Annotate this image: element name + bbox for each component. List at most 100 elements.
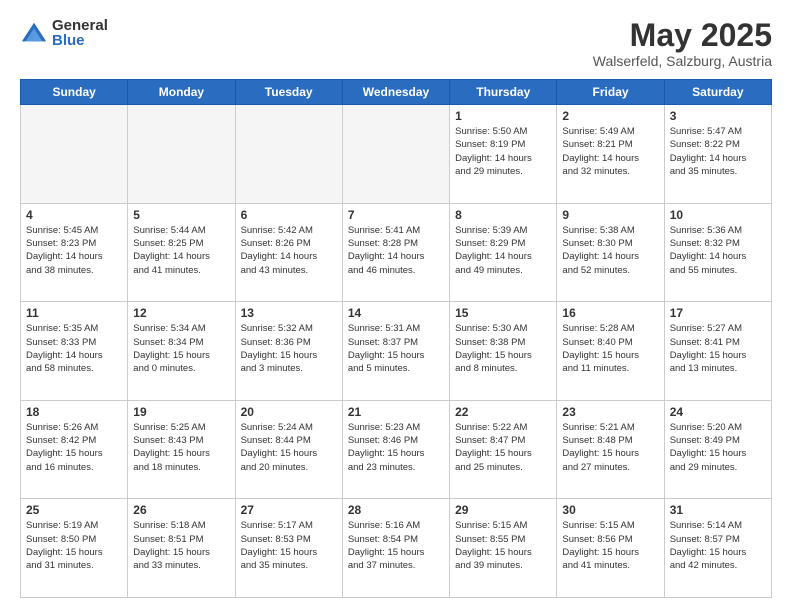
weekday-header-row: SundayMondayTuesdayWednesdayThursdayFrid…	[21, 80, 772, 105]
calendar-cell: 19 Sunrise: 5:25 AM Sunset: 8:43 PM Dayli…	[128, 400, 235, 499]
day-number: 23	[562, 405, 658, 419]
day-info: Sunrise: 5:21 AM Sunset: 8:48 PM Dayligh…	[562, 421, 658, 474]
calendar-week-row: 4 Sunrise: 5:45 AM Sunset: 8:23 PM Daylig…	[21, 203, 772, 302]
day-number: 11	[26, 306, 122, 320]
day-number: 15	[455, 306, 551, 320]
day-number: 17	[670, 306, 766, 320]
day-info: Sunrise: 5:38 AM Sunset: 8:30 PM Dayligh…	[562, 224, 658, 277]
day-info: Sunrise: 5:36 AM Sunset: 8:32 PM Dayligh…	[670, 224, 766, 277]
weekday-header: Wednesday	[342, 80, 449, 105]
day-number: 5	[133, 208, 229, 222]
calendar-cell: 27 Sunrise: 5:17 AM Sunset: 8:53 PM Dayli…	[235, 499, 342, 598]
calendar-cell: 3 Sunrise: 5:47 AM Sunset: 8:22 PM Daylig…	[664, 105, 771, 204]
day-info: Sunrise: 5:50 AM Sunset: 8:19 PM Dayligh…	[455, 125, 551, 178]
header: General Blue May 2025 Walserfeld, Salzbu…	[20, 18, 772, 69]
day-number: 3	[670, 109, 766, 123]
day-info: Sunrise: 5:23 AM Sunset: 8:46 PM Dayligh…	[348, 421, 444, 474]
calendar-cell: 9 Sunrise: 5:38 AM Sunset: 8:30 PM Daylig…	[557, 203, 664, 302]
day-info: Sunrise: 5:27 AM Sunset: 8:41 PM Dayligh…	[670, 322, 766, 375]
weekday-header: Saturday	[664, 80, 771, 105]
day-number: 29	[455, 503, 551, 517]
calendar-cell: 21 Sunrise: 5:23 AM Sunset: 8:46 PM Dayli…	[342, 400, 449, 499]
calendar-cell: 23 Sunrise: 5:21 AM Sunset: 8:48 PM Dayli…	[557, 400, 664, 499]
calendar-cell: 7 Sunrise: 5:41 AM Sunset: 8:28 PM Daylig…	[342, 203, 449, 302]
calendar-cell: 31Sunrise: 5:14 AM Sunset: 8:57 PM Dayli…	[664, 499, 771, 598]
day-number: 4	[26, 208, 122, 222]
calendar-cell: 30 Sunrise: 5:15 AM Sunset: 8:56 PM Dayli…	[557, 499, 664, 598]
day-info: Sunrise: 5:22 AM Sunset: 8:47 PM Dayligh…	[455, 421, 551, 474]
weekday-header: Thursday	[450, 80, 557, 105]
calendar-cell: 11 Sunrise: 5:35 AM Sunset: 8:33 PM Dayli…	[21, 302, 128, 401]
day-info: Sunrise: 5:35 AM Sunset: 8:33 PM Dayligh…	[26, 322, 122, 375]
calendar-cell: 24 Sunrise: 5:20 AM Sunset: 8:49 PM Dayli…	[664, 400, 771, 499]
weekday-header: Friday	[557, 80, 664, 105]
calendar-cell	[342, 105, 449, 204]
calendar-week-row: 25Sunrise: 5:19 AM Sunset: 8:50 PM Dayli…	[21, 499, 772, 598]
day-info: Sunrise: 5:24 AM Sunset: 8:44 PM Dayligh…	[241, 421, 337, 474]
calendar-body: 1Sunrise: 5:50 AM Sunset: 8:19 PM Daylig…	[21, 105, 772, 598]
day-number: 8	[455, 208, 551, 222]
day-number: 16	[562, 306, 658, 320]
logo-blue: Blue	[52, 33, 108, 48]
calendar-week-row: 11 Sunrise: 5:35 AM Sunset: 8:33 PM Dayli…	[21, 302, 772, 401]
calendar-cell: 22 Sunrise: 5:22 AM Sunset: 8:47 PM Dayli…	[450, 400, 557, 499]
day-info: Sunrise: 5:14 AM Sunset: 8:57 PM Dayligh…	[670, 519, 766, 572]
calendar-cell	[21, 105, 128, 204]
weekday-header: Tuesday	[235, 80, 342, 105]
day-info: Sunrise: 5:47 AM Sunset: 8:22 PM Dayligh…	[670, 125, 766, 178]
day-number: 21	[348, 405, 444, 419]
day-info: Sunrise: 5:15 AM Sunset: 8:56 PM Dayligh…	[562, 519, 658, 572]
day-number: 20	[241, 405, 337, 419]
day-number: 7	[348, 208, 444, 222]
day-info: Sunrise: 5:18 AM Sunset: 8:51 PM Dayligh…	[133, 519, 229, 572]
day-number: 2	[562, 109, 658, 123]
day-info: Sunrise: 5:39 AM Sunset: 8:29 PM Dayligh…	[455, 224, 551, 277]
day-number: 22	[455, 405, 551, 419]
day-number: 30	[562, 503, 658, 517]
day-info: Sunrise: 5:17 AM Sunset: 8:53 PM Dayligh…	[241, 519, 337, 572]
calendar-cell	[235, 105, 342, 204]
calendar-cell: 20 Sunrise: 5:24 AM Sunset: 8:44 PM Dayli…	[235, 400, 342, 499]
calendar-cell: 13 Sunrise: 5:32 AM Sunset: 8:36 PM Dayli…	[235, 302, 342, 401]
day-number: 27	[241, 503, 337, 517]
logo-general: General	[52, 18, 108, 33]
day-info: Sunrise: 5:41 AM Sunset: 8:28 PM Dayligh…	[348, 224, 444, 277]
calendar-cell: 1Sunrise: 5:50 AM Sunset: 8:19 PM Daylig…	[450, 105, 557, 204]
day-info: Sunrise: 5:25 AM Sunset: 8:43 PM Dayligh…	[133, 421, 229, 474]
day-number: 26	[133, 503, 229, 517]
weekday-header: Sunday	[21, 80, 128, 105]
day-info: Sunrise: 5:28 AM Sunset: 8:40 PM Dayligh…	[562, 322, 658, 375]
day-info: Sunrise: 5:19 AM Sunset: 8:50 PM Dayligh…	[26, 519, 122, 572]
day-info: Sunrise: 5:30 AM Sunset: 8:38 PM Dayligh…	[455, 322, 551, 375]
day-number: 19	[133, 405, 229, 419]
day-info: Sunrise: 5:20 AM Sunset: 8:49 PM Dayligh…	[670, 421, 766, 474]
calendar-cell: 16 Sunrise: 5:28 AM Sunset: 8:40 PM Dayli…	[557, 302, 664, 401]
day-info: Sunrise: 5:16 AM Sunset: 8:54 PM Dayligh…	[348, 519, 444, 572]
day-number: 24	[670, 405, 766, 419]
day-info: Sunrise: 5:31 AM Sunset: 8:37 PM Dayligh…	[348, 322, 444, 375]
day-info: Sunrise: 5:49 AM Sunset: 8:21 PM Dayligh…	[562, 125, 658, 178]
calendar-cell	[128, 105, 235, 204]
calendar-cell: 25Sunrise: 5:19 AM Sunset: 8:50 PM Dayli…	[21, 499, 128, 598]
day-number: 18	[26, 405, 122, 419]
logo-text: General Blue	[52, 18, 108, 48]
logo: General Blue	[20, 18, 108, 48]
location: Walserfeld, Salzburg, Austria	[593, 53, 772, 69]
day-info: Sunrise: 5:26 AM Sunset: 8:42 PM Dayligh…	[26, 421, 122, 474]
calendar-cell: 17 Sunrise: 5:27 AM Sunset: 8:41 PM Dayli…	[664, 302, 771, 401]
calendar-cell: 29Sunrise: 5:15 AM Sunset: 8:55 PM Dayli…	[450, 499, 557, 598]
day-number: 13	[241, 306, 337, 320]
day-info: Sunrise: 5:45 AM Sunset: 8:23 PM Dayligh…	[26, 224, 122, 277]
day-info: Sunrise: 5:34 AM Sunset: 8:34 PM Dayligh…	[133, 322, 229, 375]
month-title: May 2025	[593, 18, 772, 53]
calendar-cell: 14Sunrise: 5:31 AM Sunset: 8:37 PM Dayli…	[342, 302, 449, 401]
calendar: SundayMondayTuesdayWednesdayThursdayFrid…	[20, 79, 772, 598]
logo-icon	[20, 19, 48, 47]
day-number: 9	[562, 208, 658, 222]
page: General Blue May 2025 Walserfeld, Salzbu…	[0, 0, 792, 612]
day-info: Sunrise: 5:32 AM Sunset: 8:36 PM Dayligh…	[241, 322, 337, 375]
calendar-cell: 5Sunrise: 5:44 AM Sunset: 8:25 PM Daylig…	[128, 203, 235, 302]
calendar-cell: 8 Sunrise: 5:39 AM Sunset: 8:29 PM Daylig…	[450, 203, 557, 302]
calendar-week-row: 18 Sunrise: 5:26 AM Sunset: 8:42 PM Dayli…	[21, 400, 772, 499]
title-block: May 2025 Walserfeld, Salzburg, Austria	[593, 18, 772, 69]
